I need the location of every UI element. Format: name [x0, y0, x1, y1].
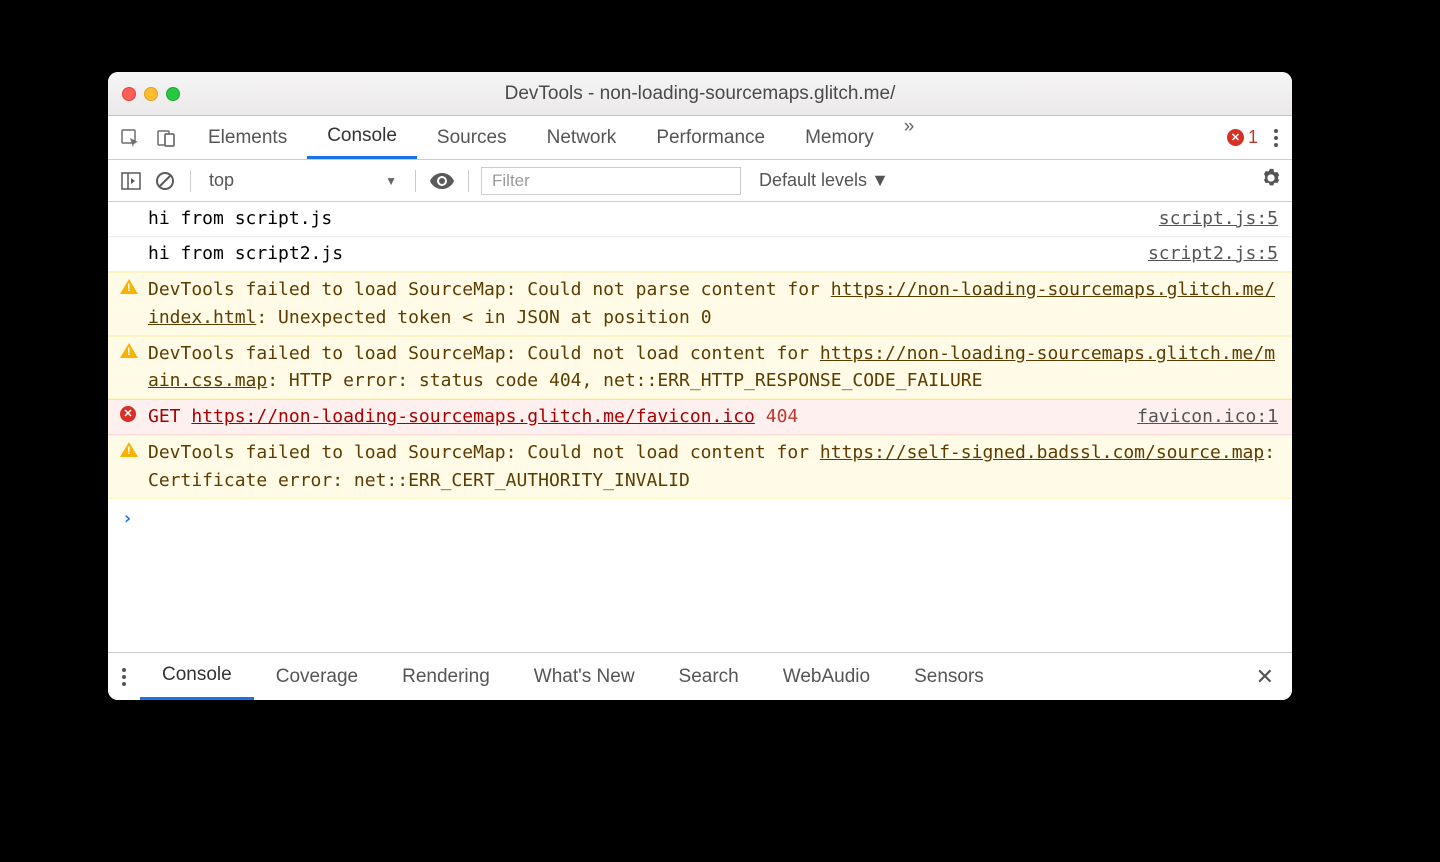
console-log-row[interactable]: hi from script.js script.js:5: [108, 202, 1292, 237]
tab-network[interactable]: Network: [527, 116, 637, 159]
drawer-tab-rendering[interactable]: Rendering: [380, 653, 512, 700]
context-label: top: [209, 170, 234, 191]
device-toolbar-icon[interactable]: [156, 128, 176, 148]
drawer-close-button[interactable]: ✕: [1238, 664, 1292, 690]
filter-input[interactable]: [481, 167, 741, 195]
dropdown-arrow-icon: ▼: [871, 170, 889, 191]
console-settings-icon[interactable]: [1260, 167, 1282, 194]
console-warning-row[interactable]: DevTools failed to load SourceMap: Could…: [108, 435, 1292, 499]
warning-icon: [120, 279, 138, 297]
drawer-tab-console[interactable]: Console: [140, 653, 254, 700]
console-toolbar: top ▼ Default levels ▼: [108, 160, 1292, 202]
error-count-badge[interactable]: ✕ 1: [1227, 127, 1258, 148]
tab-memory[interactable]: Memory: [785, 116, 894, 159]
dropdown-arrow-icon: ▼: [385, 174, 397, 188]
tabs-overflow-button[interactable]: »: [894, 116, 925, 159]
window-titlebar: DevTools - non-loading-sourcemaps.glitch…: [108, 72, 1292, 116]
error-count: 1: [1248, 127, 1258, 148]
toolbar-divider: [415, 170, 416, 192]
warning-icon: [120, 442, 138, 460]
window-close-button[interactable]: [122, 87, 136, 101]
console-warning-row[interactable]: DevTools failed to load SourceMap: Could…: [108, 272, 1292, 336]
window-minimize-button[interactable]: [144, 87, 158, 101]
tab-sources[interactable]: Sources: [417, 116, 527, 159]
log-message: hi from script.js: [148, 205, 1143, 233]
console-prompt[interactable]: ›: [108, 499, 1292, 539]
drawer-tab-coverage[interactable]: Coverage: [254, 653, 380, 700]
warning-message: DevTools failed to load SourceMap: Could…: [148, 276, 1278, 332]
tab-elements[interactable]: Elements: [188, 116, 307, 159]
inspect-element-icon[interactable]: [120, 128, 140, 148]
warning-icon: [120, 343, 138, 361]
log-source-link[interactable]: script.js:5: [1143, 205, 1278, 233]
clear-console-icon[interactable]: [152, 168, 178, 194]
inspect-controls: [108, 116, 188, 159]
log-levels-selector[interactable]: Default levels ▼: [749, 170, 889, 191]
error-url-link[interactable]: https://non-loading-sourcemaps.glitch.me…: [191, 406, 755, 427]
main-tabs: Elements Console Sources Network Perform…: [188, 116, 924, 159]
error-source-link[interactable]: favicon.ico:1: [1121, 403, 1278, 431]
error-icon: ✕: [1227, 129, 1244, 146]
drawer-tab-sensors[interactable]: Sensors: [892, 653, 1006, 700]
devtools-window: DevTools - non-loading-sourcemaps.glitch…: [108, 72, 1292, 700]
live-expression-icon[interactable]: [428, 167, 456, 195]
error-icon: ✕: [120, 406, 138, 424]
console-error-row[interactable]: ✕ GET https://non-loading-sourcemaps.gli…: [108, 399, 1292, 435]
drawer-tabs: Console Coverage Rendering What's New Se…: [140, 653, 1006, 700]
levels-label: Default levels: [759, 170, 867, 191]
console-output: hi from script.js script.js:5 hi from sc…: [108, 202, 1292, 652]
warning-message: DevTools failed to load SourceMap: Could…: [148, 340, 1278, 396]
sourcemap-link[interactable]: https://self-signed.badssl.com/source.ma…: [820, 442, 1264, 463]
toolbar-divider: [468, 170, 469, 192]
settings-menu-button[interactable]: [1274, 129, 1278, 147]
drawer-tab-search[interactable]: Search: [657, 653, 761, 700]
window-title: DevTools - non-loading-sourcemaps.glitch…: [108, 83, 1292, 105]
tab-performance[interactable]: Performance: [636, 116, 785, 159]
window-maximize-button[interactable]: [166, 87, 180, 101]
window-traffic-lights: [108, 87, 180, 101]
context-selector[interactable]: top ▼: [203, 170, 403, 191]
main-tabbar: Elements Console Sources Network Perform…: [108, 116, 1292, 160]
toggle-sidebar-icon[interactable]: [118, 168, 144, 194]
filter-field: [481, 167, 741, 195]
console-log-row[interactable]: hi from script2.js script2.js:5: [108, 237, 1292, 272]
error-message: GET https://non-loading-sourcemaps.glitc…: [148, 403, 1121, 431]
drawer-tab-whatsnew[interactable]: What's New: [512, 653, 657, 700]
warning-message: DevTools failed to load SourceMap: Could…: [148, 439, 1278, 495]
log-source-link[interactable]: script2.js:5: [1132, 240, 1278, 268]
tab-console[interactable]: Console: [307, 116, 417, 159]
console-warning-row[interactable]: DevTools failed to load SourceMap: Could…: [108, 336, 1292, 400]
log-message: hi from script2.js: [148, 240, 1132, 268]
toolbar-divider: [190, 170, 191, 192]
drawer-menu-button[interactable]: [108, 668, 140, 686]
drawer-tab-webaudio[interactable]: WebAudio: [761, 653, 892, 700]
drawer-tabbar: Console Coverage Rendering What's New Se…: [108, 652, 1292, 700]
